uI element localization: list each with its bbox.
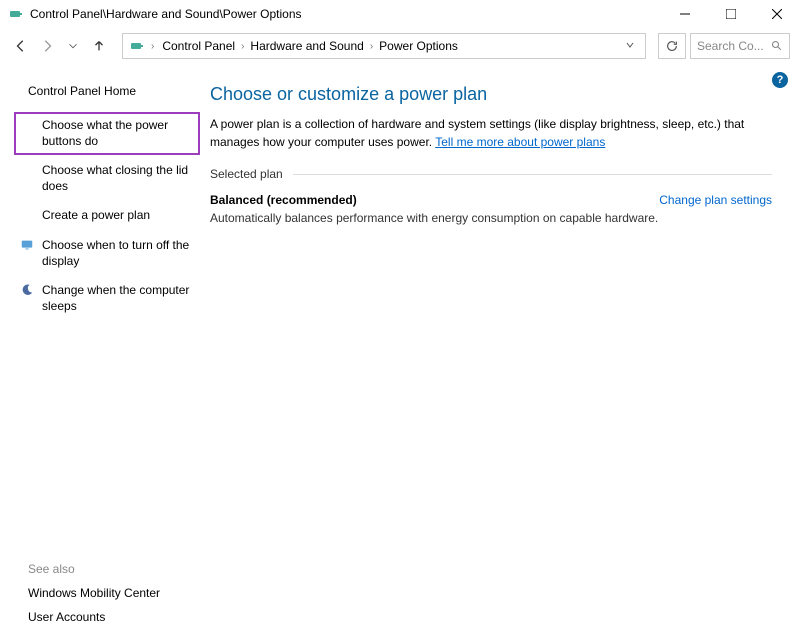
search-input[interactable]: Search Co... bbox=[690, 33, 790, 59]
monitor-icon bbox=[18, 238, 36, 252]
breadcrumb-hardware-sound[interactable]: Hardware and Sound bbox=[248, 37, 365, 55]
sidebar-item-label: Choose when to turn off the display bbox=[36, 238, 192, 269]
breadcrumb: Control Panel › Hardware and Sound › Pow… bbox=[160, 37, 615, 55]
chevron-right-icon[interactable]: › bbox=[368, 41, 375, 52]
close-button[interactable] bbox=[754, 0, 800, 28]
plan-row: Balanced (recommended) Change plan setti… bbox=[210, 193, 772, 207]
plan-description: Automatically balances performance with … bbox=[210, 211, 772, 225]
recent-dropdown-icon[interactable] bbox=[62, 35, 84, 57]
plan-name: Balanced (recommended) bbox=[210, 193, 357, 207]
see-also-section: See also Windows Mobility Center User Ac… bbox=[14, 562, 200, 634]
control-panel-home-link[interactable]: Control Panel Home bbox=[14, 84, 200, 98]
sidebar-link-computer-sleeps[interactable]: Change when the computer sleeps bbox=[14, 277, 200, 320]
divider bbox=[293, 174, 772, 175]
sidebar-link-closing-lid[interactable]: Choose what closing the lid does bbox=[14, 157, 200, 200]
sidebar-link-create-plan[interactable]: Create a power plan bbox=[14, 202, 200, 230]
up-button[interactable] bbox=[88, 35, 110, 57]
refresh-button[interactable] bbox=[658, 33, 686, 59]
toolbar: › Control Panel › Hardware and Sound › P… bbox=[0, 28, 800, 64]
power-options-icon bbox=[129, 38, 145, 54]
window-controls bbox=[662, 0, 800, 28]
minimize-button[interactable] bbox=[662, 0, 708, 28]
forward-button[interactable] bbox=[36, 35, 58, 57]
content-area: ? Control Panel Home Choose what the pow… bbox=[0, 64, 800, 634]
selected-plan-header: Selected plan bbox=[210, 167, 772, 181]
chevron-right-icon[interactable]: › bbox=[239, 41, 246, 52]
power-options-icon bbox=[8, 6, 24, 22]
sidebar-item-label: Change when the computer sleeps bbox=[36, 283, 192, 314]
search-icon bbox=[771, 40, 783, 52]
see-also-heading: See also bbox=[28, 562, 200, 576]
search-placeholder: Search Co... bbox=[697, 39, 764, 53]
see-also-user-accounts[interactable]: User Accounts bbox=[28, 610, 200, 624]
titlebar: Control Panel\Hardware and Sound\Power O… bbox=[0, 0, 800, 28]
back-button[interactable] bbox=[10, 35, 32, 57]
maximize-button[interactable] bbox=[708, 0, 754, 28]
window-title: Control Panel\Hardware and Sound\Power O… bbox=[30, 7, 662, 21]
page-title: Choose or customize a power plan bbox=[210, 84, 772, 105]
chevron-right-icon[interactable]: › bbox=[149, 41, 156, 52]
address-bar[interactable]: › Control Panel › Hardware and Sound › P… bbox=[122, 33, 646, 59]
main-panel: Choose or customize a power plan A power… bbox=[200, 84, 800, 634]
breadcrumb-control-panel[interactable]: Control Panel bbox=[160, 37, 237, 55]
sidebar: Control Panel Home Choose what the power… bbox=[0, 84, 200, 634]
breadcrumb-power-options[interactable]: Power Options bbox=[377, 37, 460, 55]
tell-me-more-link[interactable]: Tell me more about power plans bbox=[435, 135, 605, 149]
section-label: Selected plan bbox=[210, 167, 283, 181]
sidebar-link-power-buttons[interactable]: Choose what the power buttons do bbox=[14, 112, 200, 155]
chevron-down-icon[interactable] bbox=[619, 39, 641, 53]
page-description: A power plan is a collection of hardware… bbox=[210, 115, 772, 151]
help-icon[interactable]: ? bbox=[772, 72, 788, 88]
sidebar-link-turn-off-display[interactable]: Choose when to turn off the display bbox=[14, 232, 200, 275]
sidebar-item-label: Choose what closing the lid does bbox=[36, 163, 192, 194]
sidebar-item-label: Create a power plan bbox=[36, 208, 150, 224]
see-also-mobility-center[interactable]: Windows Mobility Center bbox=[28, 586, 200, 600]
sidebar-item-label: Choose what the power buttons do bbox=[36, 118, 192, 149]
moon-icon bbox=[18, 283, 36, 297]
change-plan-settings-link[interactable]: Change plan settings bbox=[659, 193, 772, 207]
